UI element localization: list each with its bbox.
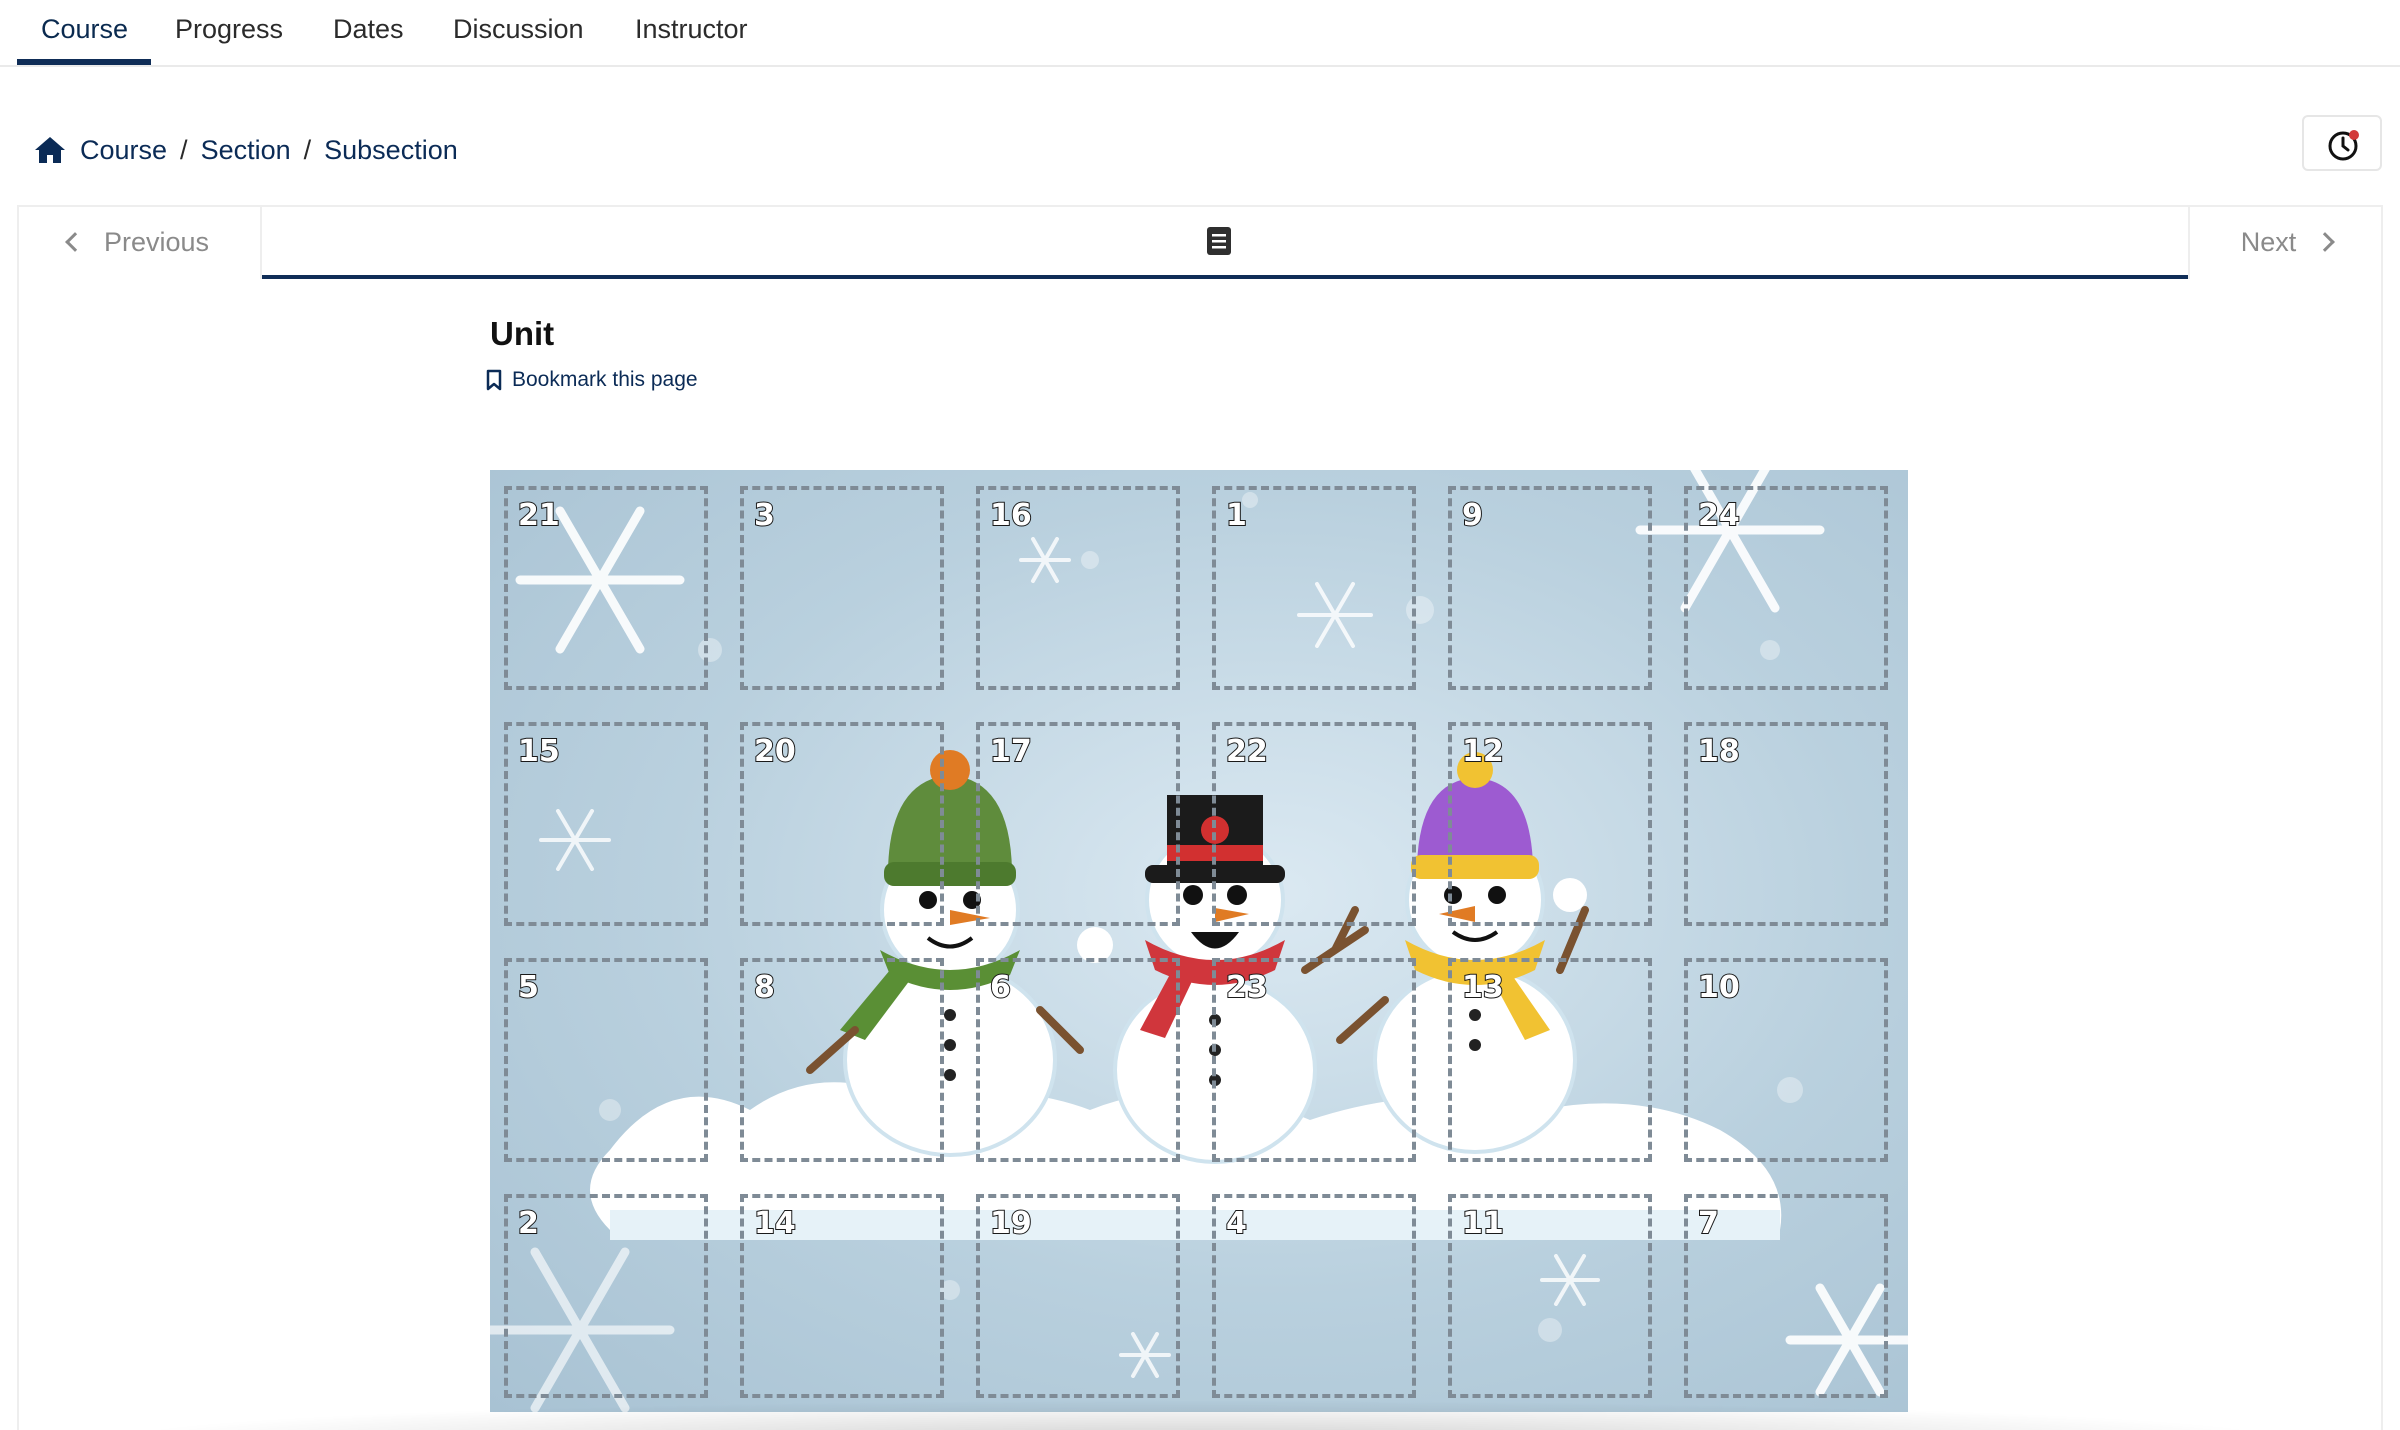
calendar-door[interactable]: 11 bbox=[1448, 1194, 1652, 1398]
sequence-navigation: Previous Next bbox=[17, 205, 2383, 279]
bookmark-label: Bookmark this page bbox=[512, 368, 698, 391]
door-number: 12 bbox=[1461, 733, 1505, 770]
home-icon[interactable] bbox=[34, 135, 66, 165]
previous-button[interactable]: Previous bbox=[17, 205, 262, 279]
calendar-door[interactable]: 24 bbox=[1684, 486, 1888, 690]
calendar-door[interactable]: 17 bbox=[976, 722, 1180, 926]
door-number: 9 bbox=[1461, 497, 1484, 534]
calendar-door[interactable]: 23 bbox=[1212, 958, 1416, 1162]
door-number: 17 bbox=[989, 733, 1033, 770]
door-number: 6 bbox=[989, 969, 1012, 1006]
calendar-door[interactable]: 10 bbox=[1684, 958, 1888, 1162]
unit-title: Unit bbox=[490, 315, 555, 352]
door-number: 14 bbox=[753, 1205, 797, 1242]
calendar-door[interactable]: 20 bbox=[740, 722, 944, 926]
history-button[interactable] bbox=[2302, 115, 2382, 171]
tab-instructor[interactable]: Instructor bbox=[635, 0, 748, 67]
calendar-door[interactable]: 3 bbox=[740, 486, 944, 690]
calendar-door[interactable]: 16 bbox=[976, 486, 1180, 690]
advent-calendar: 21 3 16 1 9 24 15 20 17 22 12 18 5 8 6 2… bbox=[490, 470, 1908, 1412]
calendar-door[interactable]: 6 bbox=[976, 958, 1180, 1162]
previous-label: Previous bbox=[103, 226, 210, 257]
tab-dates[interactable]: Dates bbox=[333, 0, 404, 67]
door-number: 4 bbox=[1225, 1205, 1248, 1242]
chevron-left-icon bbox=[65, 232, 85, 252]
calendar-door[interactable]: 19 bbox=[976, 1194, 1180, 1398]
calendar-door[interactable]: 13 bbox=[1448, 958, 1652, 1162]
door-number: 1 bbox=[1225, 497, 1248, 534]
course-tabs: Course Progress Dates Discussion Instruc… bbox=[0, 0, 2400, 67]
door-number: 21 bbox=[517, 497, 561, 534]
calendar-door[interactable]: 9 bbox=[1448, 486, 1652, 690]
door-number: 10 bbox=[1697, 969, 1741, 1006]
door-number: 24 bbox=[1697, 497, 1741, 534]
door-number: 8 bbox=[753, 969, 776, 1006]
door-number: 15 bbox=[517, 733, 561, 770]
door-number: 11 bbox=[1461, 1205, 1505, 1242]
next-button[interactable]: Next bbox=[2188, 205, 2383, 279]
door-number: 18 bbox=[1697, 733, 1741, 770]
calendar-door[interactable]: 18 bbox=[1684, 722, 1888, 926]
unit-tab[interactable] bbox=[262, 205, 2188, 279]
tab-discussion[interactable]: Discussion bbox=[453, 0, 584, 67]
breadcrumb-course[interactable]: Course bbox=[80, 135, 167, 166]
active-tab-indicator bbox=[17, 59, 151, 65]
calendar-door[interactable]: 22 bbox=[1212, 722, 1416, 926]
document-icon bbox=[1207, 227, 1231, 255]
door-number: 3 bbox=[753, 497, 776, 534]
tab-course[interactable]: Course bbox=[41, 0, 128, 67]
door-number: 16 bbox=[989, 497, 1033, 534]
door-number: 20 bbox=[753, 733, 797, 770]
calendar-door[interactable]: 14 bbox=[740, 1194, 944, 1398]
calendar-door[interactable]: 15 bbox=[504, 722, 708, 926]
breadcrumb: Course / Section / Subsection bbox=[34, 130, 458, 170]
door-number: 19 bbox=[989, 1205, 1033, 1242]
calendar-door[interactable]: 12 bbox=[1448, 722, 1652, 926]
door-number: 13 bbox=[1461, 969, 1505, 1006]
next-label: Next bbox=[2240, 226, 2297, 257]
breadcrumb-section[interactable]: Section bbox=[201, 135, 291, 166]
door-number: 7 bbox=[1697, 1205, 1720, 1242]
calendar-door[interactable]: 2 bbox=[504, 1194, 708, 1398]
calendar-door[interactable]: 4 bbox=[1212, 1194, 1416, 1398]
door-number: 5 bbox=[517, 969, 540, 1006]
door-number: 2 bbox=[517, 1205, 540, 1242]
bookmark-button[interactable]: Bookmark this page bbox=[486, 368, 698, 392]
calendar-door[interactable]: 8 bbox=[740, 958, 944, 1162]
chevron-right-icon bbox=[2315, 232, 2336, 252]
calendar-door[interactable]: 7 bbox=[1684, 1194, 1888, 1398]
calendar-door[interactable]: 21 bbox=[504, 486, 708, 690]
door-number: 23 bbox=[1225, 969, 1269, 1006]
door-number: 22 bbox=[1225, 733, 1269, 770]
breadcrumb-separator: / bbox=[180, 134, 188, 165]
bookmark-icon bbox=[486, 369, 502, 391]
tab-progress[interactable]: Progress bbox=[175, 0, 283, 67]
breadcrumb-separator: / bbox=[303, 134, 312, 165]
calendar-door[interactable]: 5 bbox=[504, 958, 708, 1162]
scroll-shadow bbox=[100, 1400, 2300, 1430]
calendar-door[interactable]: 1 bbox=[1212, 486, 1416, 690]
breadcrumb-subsection[interactable]: Subsection bbox=[324, 135, 458, 166]
clock-icon bbox=[2328, 130, 2359, 161]
